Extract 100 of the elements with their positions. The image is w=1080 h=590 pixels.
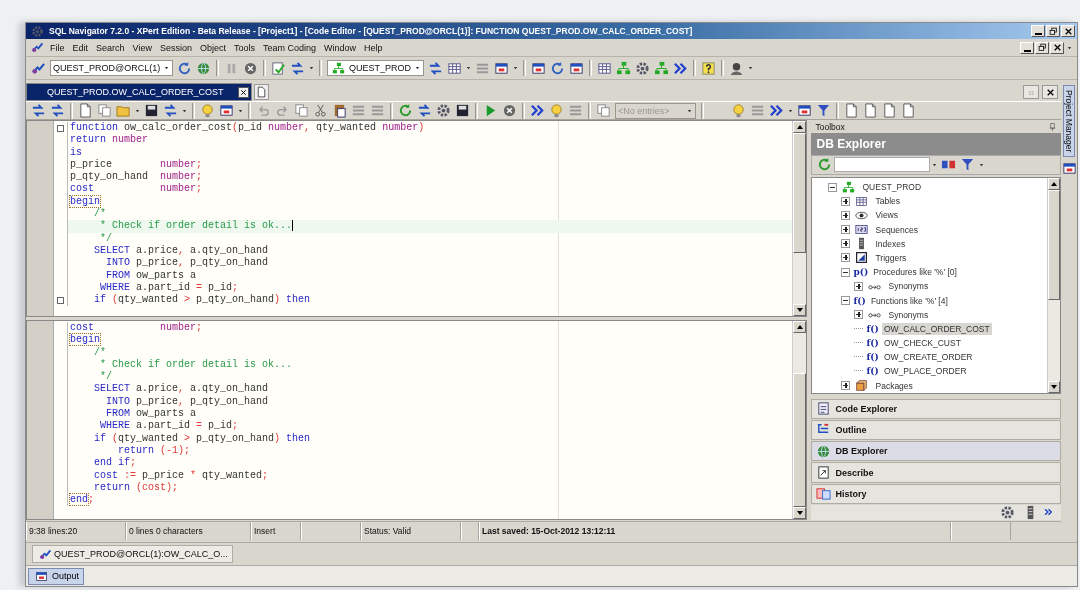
window-icon[interactable] (219, 103, 234, 118)
expand-toggle[interactable] (841, 239, 851, 249)
chevrons-icon[interactable] (673, 60, 688, 76)
tree-item[interactable]: Indexes (873, 237, 908, 250)
editor-tab[interactable]: QUEST_PROD.OW_CALC_ORDER_COST (26, 83, 252, 101)
tree-item[interactable]: Packages (873, 379, 915, 392)
minimize-button[interactable] (1031, 25, 1045, 37)
tree-item[interactable]: Procedures like '%' [0] (871, 266, 959, 279)
tree-item[interactable]: Tables (873, 195, 903, 208)
grid-icon[interactable] (597, 60, 612, 76)
window-icon[interactable] (797, 103, 812, 118)
close-button[interactable] (1042, 85, 1058, 99)
globe-icon[interactable] (196, 60, 211, 76)
save-icon[interactable] (455, 103, 470, 118)
tree-item[interactable]: Triggers (873, 251, 909, 264)
expand-toggle[interactable] (854, 310, 864, 320)
arrows-icon[interactable] (428, 60, 443, 76)
user-icon[interactable] (729, 60, 744, 76)
arrows-icon[interactable] (163, 103, 178, 118)
panel-section-button[interactable]: Code Explorer (811, 398, 1061, 419)
copy-icon[interactable] (596, 103, 611, 118)
scroll-up-button[interactable] (793, 321, 807, 333)
scrollbar[interactable] (792, 121, 807, 316)
restore-button[interactable] (1046, 25, 1060, 37)
refresh-icon[interactable] (398, 103, 413, 118)
panel-section-button[interactable]: Describe (811, 462, 1061, 483)
menu-item[interactable]: View (128, 41, 156, 54)
new-tab-icon[interactable] (253, 84, 269, 100)
menu-item[interactable]: Search (92, 41, 129, 54)
arrows-icon[interactable] (31, 103, 46, 118)
window-icon[interactable] (569, 60, 584, 76)
tree-item[interactable]: Synonyms (886, 308, 931, 321)
collapse-icon[interactable] (57, 296, 64, 304)
connection-dropdown[interactable]: QUEST_PROD@ORCL(1) (50, 60, 173, 76)
panel-section-button[interactable]: Outline (811, 419, 1061, 441)
tree-item[interactable]: QUEST_PROD (860, 181, 924, 193)
scroll-thumb[interactable] (1048, 189, 1060, 300)
document-icon[interactable] (863, 103, 878, 118)
checklist-icon[interactable] (271, 60, 286, 76)
document-icon[interactable] (901, 103, 916, 118)
help-icon[interactable] (701, 60, 716, 76)
sync-icon[interactable] (550, 60, 565, 76)
paste-icon[interactable] (332, 103, 347, 118)
schema-dropdown[interactable]: QUEST_PROD (327, 60, 424, 76)
menu-item[interactable]: Help (360, 41, 387, 54)
stop-icon[interactable] (502, 103, 517, 118)
scroll-thumb[interactable] (793, 133, 807, 253)
scroll-up-button[interactable] (1048, 177, 1060, 190)
menu-item[interactable]: Session (155, 41, 196, 54)
tree-item[interactable]: OW_PLACE_ORDER (881, 365, 969, 378)
tree-item[interactable]: OW_CALC_ORDER_COST (881, 322, 992, 335)
document-icon[interactable] (78, 103, 93, 118)
tree-item[interactable]: OW_CREATE_ORDER (881, 351, 975, 364)
scrollbar[interactable] (792, 321, 807, 519)
arrows-icon[interactable] (50, 103, 65, 118)
scroll-thumb[interactable] (793, 373, 807, 507)
restore-button[interactable] (1035, 41, 1049, 54)
menu-item[interactable]: Object (195, 41, 230, 54)
menu-item[interactable]: Team Coding (259, 41, 320, 54)
collapse-icon[interactable] (57, 124, 64, 132)
filter-icon[interactable] (816, 103, 831, 118)
expand-toggle[interactable] (841, 225, 851, 235)
chevrons-icon[interactable] (769, 103, 784, 118)
expand-toggle[interactable] (841, 381, 851, 391)
tree-item[interactable]: Synonyms (886, 280, 931, 293)
expand-toggle[interactable] (841, 196, 851, 206)
window-icon[interactable] (494, 60, 509, 76)
pin-icon[interactable] (1048, 120, 1057, 133)
tree-item[interactable]: Sequences (873, 223, 921, 236)
menu-item[interactable]: Edit (68, 41, 93, 54)
window-icon[interactable] (1061, 161, 1077, 177)
menu-item[interactable]: File (46, 41, 69, 54)
stop-icon[interactable] (243, 60, 258, 76)
document-icon[interactable] (844, 103, 859, 118)
scroll-down-button[interactable] (793, 507, 807, 519)
filter-icon[interactable] (960, 157, 976, 173)
side-tab[interactable]: Project Manager (1063, 85, 1075, 158)
scroll-down-button[interactable] (1048, 380, 1060, 393)
task-tab[interactable]: QUEST_PROD@ORCL(1):OW_CALC_O... (32, 545, 233, 563)
tree-item[interactable]: OW_CHECK_CUST (881, 337, 963, 350)
plug-icon[interactable] (31, 60, 46, 76)
arrows-icon[interactable] (417, 103, 432, 118)
close-icon[interactable] (237, 86, 249, 98)
menu-item[interactable]: Window (320, 41, 361, 54)
chevrons-icon[interactable] (530, 103, 545, 118)
expand-toggle[interactable] (828, 182, 838, 192)
minimize-button[interactable] (1020, 41, 1034, 54)
scrollbar[interactable] (1047, 177, 1060, 393)
output-button[interactable]: Output (28, 567, 85, 585)
copy-icon[interactable] (294, 103, 309, 118)
filter-field[interactable] (834, 157, 931, 173)
tree-item[interactable]: Functions like '%' [4] (868, 294, 950, 307)
scroll-up-button[interactable] (793, 121, 807, 133)
save-icon[interactable] (144, 103, 159, 118)
menu-item[interactable]: Tools (229, 41, 259, 54)
window-icon[interactable] (531, 60, 546, 76)
copy-icon[interactable] (97, 103, 112, 118)
tree-item[interactable]: Views (873, 209, 900, 222)
panel-section-button[interactable]: History (811, 483, 1061, 504)
expand-toggle[interactable] (841, 296, 851, 305)
